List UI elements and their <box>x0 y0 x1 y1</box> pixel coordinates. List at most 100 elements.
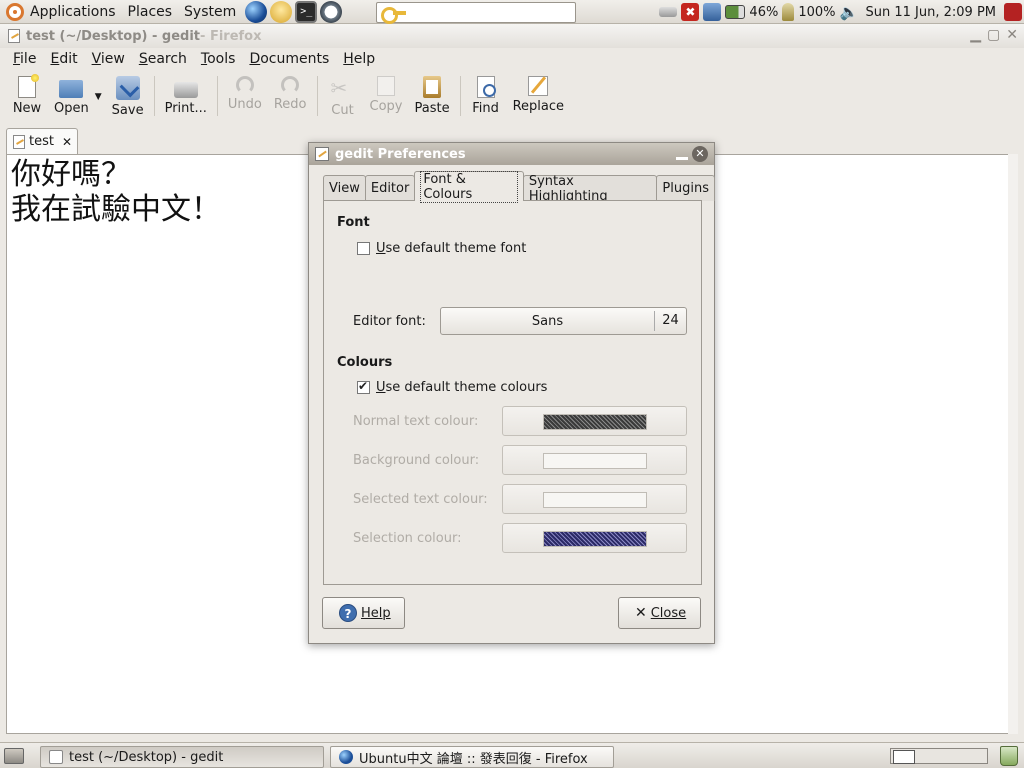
open-button[interactable]: Open <box>48 72 95 116</box>
power-plug-icon[interactable] <box>782 3 795 21</box>
tab-font-colours[interactable]: Font & Colours <box>414 170 524 203</box>
terminal-icon[interactable]: >_ <box>295 0 318 23</box>
search-input[interactable] <box>376 2 576 24</box>
toolbar-separator <box>459 76 461 116</box>
show-desktop-icon[interactable] <box>4 748 24 764</box>
background-colour-label: Background colour: <box>353 453 480 468</box>
close-icon[interactable]: ✕ <box>692 146 708 162</box>
ubuntu-logo-icon <box>6 2 24 21</box>
use-default-font-checkbox[interactable]: Use default theme font <box>357 241 526 256</box>
print-button[interactable]: Print... <box>159 72 213 116</box>
menu-tools[interactable]: Tools <box>194 51 243 67</box>
drive-icon[interactable] <box>659 7 678 17</box>
clock[interactable]: Sun 11 Jun, 2:09 PM <box>866 5 997 20</box>
menu-documents[interactable]: Documents <box>242 51 336 67</box>
task-firefox[interactable]: Ubuntu中文 論壇 :: 發表回復 - Firefox <box>330 746 614 768</box>
editor-font-button[interactable]: Sans 24 <box>440 307 687 335</box>
update-notifier-icon[interactable]: ✖ <box>681 3 700 21</box>
use-default-colours-checkbox[interactable]: Use default theme colours <box>357 379 547 395</box>
bottom-panel: test (~/Desktop) - gedit Ubuntu中文 論壇 :: … <box>0 742 1024 768</box>
vertical-scrollbar[interactable] <box>1008 154 1018 734</box>
menu-edit[interactable]: Edit <box>43 51 84 67</box>
colour-swatch <box>543 453 647 469</box>
close-icon: ✕ <box>635 605 647 621</box>
paste-button[interactable]: Paste <box>409 72 456 116</box>
system-tray: ✖ 46% 100% 🔈 Sun 11 Jun, 2:09 PM <box>659 0 1024 24</box>
minimize-icon[interactable] <box>676 146 688 160</box>
font-colours-page: Font Use default theme font Editor font:… <box>323 200 702 585</box>
toolbar-separator <box>153 76 155 116</box>
normal-text-colour-button[interactable] <box>502 406 687 436</box>
network-icon[interactable] <box>703 3 722 21</box>
selection-colour-button[interactable] <box>502 523 687 553</box>
checkbox[interactable] <box>357 379 370 394</box>
cut-label: Cut <box>331 103 354 118</box>
open-recent-dropdown-icon[interactable]: ▼ <box>95 92 102 102</box>
document-tab[interactable]: test ✕ <box>6 128 78 154</box>
undo-button[interactable]: Undo <box>222 72 268 112</box>
copy-label: Copy <box>369 99 403 114</box>
tab-plugins[interactable]: Plugins <box>656 175 715 201</box>
selected-text-colour-button[interactable] <box>502 484 687 514</box>
help-icon: ? <box>339 604 357 622</box>
toolbar-separator <box>316 76 318 116</box>
copy-button[interactable]: Copy <box>364 72 409 114</box>
firefox-icon[interactable] <box>245 0 268 23</box>
save-button[interactable]: Save <box>106 72 150 118</box>
selection-colour-label: Selection colour: <box>353 531 462 546</box>
task-gedit[interactable]: test (~/Desktop) - gedit <box>40 746 324 768</box>
menu-file[interactable]: File <box>6 51 43 67</box>
redo-icon <box>281 76 300 94</box>
maximize-icon[interactable]: ▢ <box>987 27 1000 43</box>
scissors-icon <box>331 76 355 100</box>
workspace-switcher[interactable] <box>890 748 988 764</box>
new-label: New <box>12 101 42 116</box>
cut-button[interactable]: Cut <box>322 72 364 118</box>
logout-icon[interactable] <box>1004 3 1022 21</box>
clock-app-icon[interactable] <box>320 0 343 23</box>
help-button[interactable]: ? Help <box>322 597 405 629</box>
clipboard-icon <box>423 76 442 98</box>
document-tab-label: test <box>29 134 54 149</box>
redo-label: Redo <box>273 97 307 112</box>
menu-help[interactable]: Help <box>336 51 382 67</box>
volume-icon[interactable]: 🔈 <box>840 3 859 21</box>
system-menu[interactable]: System <box>178 0 242 24</box>
background-colour-button[interactable] <box>502 445 687 475</box>
window-title-suffix: - Firefox <box>200 28 262 44</box>
minimize-icon[interactable]: ▁ <box>970 27 981 43</box>
normal-text-colour-label: Normal text colour: <box>353 414 479 429</box>
find-icon <box>476 76 496 98</box>
menubar: File Edit View Search Tools Documents He… <box>0 48 1024 70</box>
text-document-icon <box>13 134 25 149</box>
selected-text-colour-label: Selected text colour: <box>353 492 488 507</box>
battery-icon[interactable] <box>725 5 746 19</box>
close-tab-icon[interactable]: ✕ <box>62 135 72 149</box>
tab-view[interactable]: View <box>323 175 366 201</box>
paste-label: Paste <box>414 101 450 116</box>
help-icon[interactable] <box>270 0 293 23</box>
close-icon[interactable]: ✕ <box>1006 27 1018 43</box>
checkbox[interactable] <box>357 242 370 255</box>
places-menu[interactable]: Places <box>122 0 179 24</box>
toolbar-separator <box>216 76 218 116</box>
printer-icon <box>173 82 198 98</box>
dialog-titlebar[interactable]: gedit Preferences ✕ <box>309 143 714 165</box>
new-button[interactable]: New <box>6 72 48 116</box>
preferences-dialog: gedit Preferences ✕ View Editor Font & C… <box>308 142 715 644</box>
menu-search[interactable]: Search <box>132 51 194 67</box>
applications-menu[interactable]: Applications <box>0 0 122 24</box>
tab-editor[interactable]: Editor <box>364 175 416 201</box>
trash-icon[interactable] <box>1000 746 1018 766</box>
menu-view[interactable]: View <box>85 51 132 67</box>
preferences-tabs: View Editor Font & Colours Syntax Highli… <box>323 170 715 204</box>
replace-button[interactable]: Replace <box>507 72 570 114</box>
window-title: test (~/Desktop) - gedit <box>26 28 201 44</box>
redo-button[interactable]: Redo <box>268 72 313 112</box>
gedit-titlebar: test (~/Desktop) - gedit - Firefox ▁ ▢ ✕ <box>0 24 1024 48</box>
open-folder-icon <box>59 80 84 98</box>
help-button-label: Help <box>361 605 391 621</box>
find-button[interactable]: Find <box>465 72 507 116</box>
close-button[interactable]: ✕ Close <box>618 597 701 629</box>
tab-syntax-highlighting[interactable]: Syntax Highlighting <box>522 174 658 204</box>
